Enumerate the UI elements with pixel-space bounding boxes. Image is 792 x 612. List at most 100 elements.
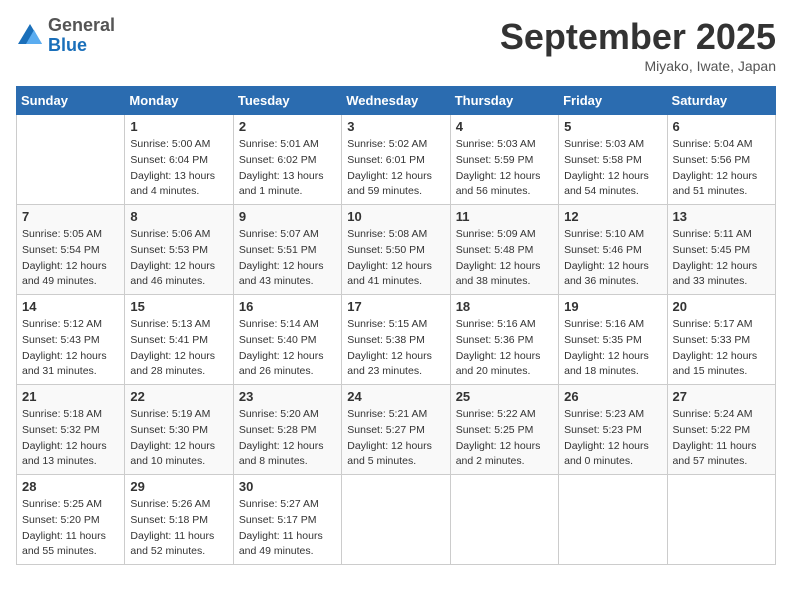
calendar-cell: 25 Sunrise: 5:22 AMSunset: 5:25 PMDayligh… [450,385,558,475]
day-info: Sunrise: 5:27 AMSunset: 5:17 PMDaylight:… [239,497,336,560]
calendar-cell [342,475,450,565]
calendar-cell: 3Sunrise: 5:02 AMSunset: 6:01 PMDaylight… [342,115,450,205]
day-info: Sunrise: 5:07 AMSunset: 5:51 PMDaylight:… [239,227,336,290]
day-number: 14 [22,299,119,314]
day-info: Sunrise: 5:10 AMSunset: 5:46 PMDaylight:… [564,227,661,290]
calendar-body: 1 Sunrise: 5:00 AMSunset: 6:04 PMDaylight… [17,115,776,565]
weekday-header-saturday: Saturday [667,87,775,115]
day-number: 3 [347,119,444,134]
weekday-header-tuesday: Tuesday [233,87,341,115]
day-info: Sunrise: 5:19 AMSunset: 5:30 PMDaylight:… [130,407,227,470]
day-number: 24 [347,389,444,404]
calendar-cell: 17 Sunrise: 5:15 AMSunset: 5:38 PMDayligh… [342,295,450,385]
day-number: 19 [564,299,661,314]
week-row-2: 7 Sunrise: 5:05 AMSunset: 5:54 PMDaylight… [17,205,776,295]
day-number: 30 [239,479,336,494]
day-number: 29 [130,479,227,494]
calendar-cell: 26 Sunrise: 5:23 AMSunset: 5:23 PMDayligh… [559,385,667,475]
day-info: Sunrise: 5:00 AMSunset: 6:04 PMDaylight:… [130,137,227,200]
day-info: Sunrise: 5:18 AMSunset: 5:32 PMDaylight:… [22,407,119,470]
calendar-cell: 30 Sunrise: 5:27 AMSunset: 5:17 PMDayligh… [233,475,341,565]
day-number: 23 [239,389,336,404]
calendar-cell: 2 Sunrise: 5:01 AMSunset: 6:02 PMDaylight… [233,115,341,205]
day-number: 15 [130,299,227,314]
day-info: Sunrise: 5:24 AMSunset: 5:22 PMDaylight:… [673,407,770,470]
week-row-3: 14 Sunrise: 5:12 AMSunset: 5:43 PMDayligh… [17,295,776,385]
day-info: Sunrise: 5:26 AMSunset: 5:18 PMDaylight:… [130,497,227,560]
day-number: 12 [564,209,661,224]
weekday-header-thursday: Thursday [450,87,558,115]
day-info: Sunrise: 5:11 AMSunset: 5:45 PMDaylight:… [673,227,770,290]
day-info: Sunrise: 5:06 AMSunset: 5:53 PMDaylight:… [130,227,227,290]
calendar-cell [559,475,667,565]
day-info: Sunrise: 5:14 AMSunset: 5:40 PMDaylight:… [239,317,336,380]
calendar-cell: 15 Sunrise: 5:13 AMSunset: 5:41 PMDayligh… [125,295,233,385]
day-number: 27 [673,389,770,404]
day-info: Sunrise: 5:16 AMSunset: 5:35 PMDaylight:… [564,317,661,380]
day-number: 16 [239,299,336,314]
day-number: 1 [130,119,227,134]
title-block: September 2025 Miyako, Iwate, Japan [500,16,776,74]
calendar-cell: 4 Sunrise: 5:03 AMSunset: 5:59 PMDaylight… [450,115,558,205]
day-number: 20 [673,299,770,314]
calendar-cell [450,475,558,565]
calendar-cell: 23 Sunrise: 5:20 AMSunset: 5:28 PMDayligh… [233,385,341,475]
week-row-4: 21Sunrise: 5:18 AMSunset: 5:32 PMDayligh… [17,385,776,475]
calendar-cell: 6 Sunrise: 5:04 AMSunset: 5:56 PMDaylight… [667,115,775,205]
day-info: Sunrise: 5:17 AMSunset: 5:33 PMDaylight:… [673,317,770,380]
page-header: General Blue September 2025 Miyako, Iwat… [16,16,776,74]
day-number: 11 [456,209,553,224]
day-number: 7 [22,209,119,224]
day-info: Sunrise: 5:22 AMSunset: 5:25 PMDaylight:… [456,407,553,470]
day-number: 2 [239,119,336,134]
calendar-cell: 7 Sunrise: 5:05 AMSunset: 5:54 PMDaylight… [17,205,125,295]
calendar-cell: 18Sunrise: 5:16 AMSunset: 5:36 PMDayligh… [450,295,558,385]
calendar-table: SundayMondayTuesdayWednesdayThursdayFrid… [16,86,776,565]
calendar-cell: 19 Sunrise: 5:16 AMSunset: 5:35 PMDayligh… [559,295,667,385]
day-info: Sunrise: 5:13 AMSunset: 5:41 PMDaylight:… [130,317,227,380]
day-number: 26 [564,389,661,404]
calendar-cell [17,115,125,205]
calendar-cell: 20 Sunrise: 5:17 AMSunset: 5:33 PMDayligh… [667,295,775,385]
day-info: Sunrise: 5:23 AMSunset: 5:23 PMDaylight:… [564,407,661,470]
day-info: Sunrise: 5:03 AMSunset: 5:59 PMDaylight:… [456,137,553,200]
day-number: 25 [456,389,553,404]
day-info: Sunrise: 5:05 AMSunset: 5:54 PMDaylight:… [22,227,119,290]
day-number: 5 [564,119,661,134]
calendar-cell: 9 Sunrise: 5:07 AMSunset: 5:51 PMDaylight… [233,205,341,295]
day-info: Sunrise: 5:15 AMSunset: 5:38 PMDaylight:… [347,317,444,380]
logo-text: General Blue [48,16,115,56]
day-number: 6 [673,119,770,134]
calendar-cell: 13 Sunrise: 5:11 AMSunset: 5:45 PMDayligh… [667,205,775,295]
day-info: Sunrise: 5:12 AMSunset: 5:43 PMDaylight:… [22,317,119,380]
calendar-cell: 24Sunrise: 5:21 AMSunset: 5:27 PMDayligh… [342,385,450,475]
calendar-cell: 16 Sunrise: 5:14 AMSunset: 5:40 PMDayligh… [233,295,341,385]
logo-icon [16,22,44,50]
calendar-cell: 29 Sunrise: 5:26 AMSunset: 5:18 PMDayligh… [125,475,233,565]
logo-general: General [48,15,115,35]
calendar-cell: 22Sunrise: 5:19 AMSunset: 5:30 PMDayligh… [125,385,233,475]
weekday-header-friday: Friday [559,87,667,115]
day-number: 9 [239,209,336,224]
calendar-header: SundayMondayTuesdayWednesdayThursdayFrid… [17,87,776,115]
calendar-cell: 28Sunrise: 5:25 AMSunset: 5:20 PMDayligh… [17,475,125,565]
calendar-cell: 11 Sunrise: 5:09 AMSunset: 5:48 PMDayligh… [450,205,558,295]
calendar-cell: 27 Sunrise: 5:24 AMSunset: 5:22 PMDayligh… [667,385,775,475]
calendar-cell: 10 Sunrise: 5:08 AMSunset: 5:50 PMDayligh… [342,205,450,295]
day-info: Sunrise: 5:20 AMSunset: 5:28 PMDaylight:… [239,407,336,470]
weekday-header-monday: Monday [125,87,233,115]
day-info: Sunrise: 5:01 AMSunset: 6:02 PMDaylight:… [239,137,336,200]
day-info: Sunrise: 5:09 AMSunset: 5:48 PMDaylight:… [456,227,553,290]
location: Miyako, Iwate, Japan [500,58,776,74]
day-info: Sunrise: 5:03 AMSunset: 5:58 PMDaylight:… [564,137,661,200]
day-number: 8 [130,209,227,224]
day-info: Sunrise: 5:08 AMSunset: 5:50 PMDaylight:… [347,227,444,290]
day-number: 4 [456,119,553,134]
day-number: 10 [347,209,444,224]
calendar-cell: 8 Sunrise: 5:06 AMSunset: 5:53 PMDaylight… [125,205,233,295]
day-number: 17 [347,299,444,314]
day-info: Sunrise: 5:04 AMSunset: 5:56 PMDaylight:… [673,137,770,200]
weekday-header-row: SundayMondayTuesdayWednesdayThursdayFrid… [17,87,776,115]
day-number: 13 [673,209,770,224]
calendar-cell [667,475,775,565]
